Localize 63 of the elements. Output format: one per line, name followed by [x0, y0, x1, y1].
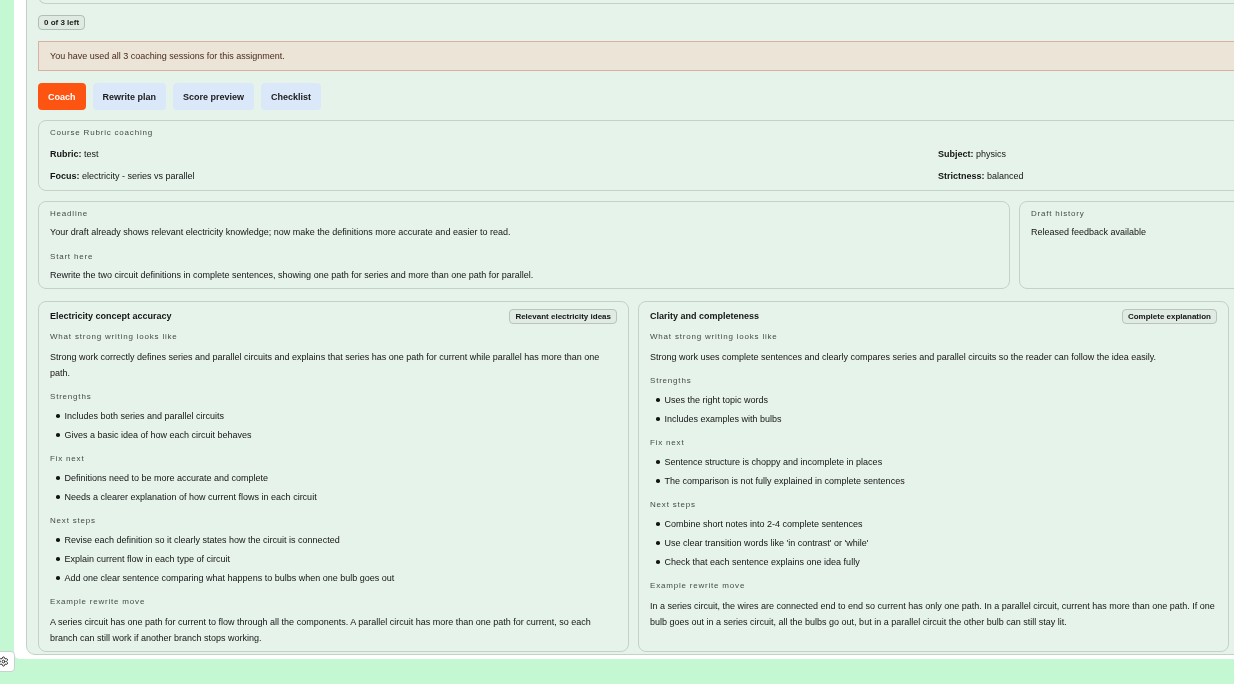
rubric-field: Subject: physics	[938, 146, 1234, 162]
bullet-icon	[56, 414, 60, 418]
tab[interactable]: Checklist	[261, 83, 322, 110]
list-item-text: Definitions need to be more accurate and complete	[64, 472, 269, 485]
list-item-text: Includes both series and parallel circuits	[64, 410, 225, 423]
bullet-icon	[656, 522, 660, 526]
paragraph-text: Strong work correctly defines series and parallel circuits and explains that series has one path for current while parallel has more than one path.	[50, 351, 601, 380]
bullet-icon	[656, 398, 660, 402]
tab[interactable]: Rewrite plan	[92, 83, 167, 110]
section-label: Strengths	[650, 375, 693, 387]
rubric-field: Strictness: balanced	[938, 168, 1234, 184]
list-item-text: Needs a clearer explanation of how current flows in each circuit	[64, 491, 317, 504]
summary-text: Your draft already shows relevant electricity knowledge; now make the definitions more accurate and easier to read.	[50, 226, 512, 239]
card-title: Clarity and completeness	[650, 310, 760, 323]
section-label: Example rewrite move	[50, 596, 147, 608]
list-item-text: Combine short notes into 2-4 complete sentences	[664, 518, 863, 531]
bullet-icon	[656, 460, 660, 464]
list-item-text: Sentence structure is choppy and incomplete in places	[664, 456, 883, 469]
paragraph-text: In a series circuit, the wires are connected end to end so current has only one path. In a parallel circuit, current has more than one path. If one bulb goes out in a series circuit, all the bulbs go out, but in a parallel circuit the other bulb can still stay lit.	[650, 600, 1216, 629]
draft-history-text: Released feedback available	[1031, 226, 1148, 239]
bullet-icon	[656, 479, 660, 483]
card-label: Course Rubric coaching	[50, 127, 154, 139]
bullet-icon	[56, 538, 60, 542]
section-label: Fix next	[50, 453, 86, 465]
section-label: What strong writing looks like	[50, 331, 179, 343]
alert-banner: You have used all 3 coaching sessions for this assignment.	[38, 41, 1234, 71]
section-label: Next steps	[650, 499, 697, 511]
bullet-icon	[56, 557, 60, 561]
list-item-text: Revise each definition so it clearly states how the circuit is connected	[64, 534, 340, 547]
bullet-icon	[56, 476, 60, 480]
list-item-text: Check that each sentence explains one idea fully	[664, 556, 860, 569]
paragraph-text: Strong work uses complete sentences and clearly compares series and parallel circuits so the reader can follow the idea easily.	[650, 351, 1158, 364]
criterion-tag: Relevant electricity ideas	[509, 308, 617, 324]
section-label: Draft history	[1031, 208, 1086, 220]
rubric-field: Focus: electricity - series vs parallel	[50, 168, 938, 184]
section-label: Start here	[50, 251, 95, 263]
card-title: Electricity concept accuracy	[50, 310, 172, 323]
bullet-icon	[656, 560, 660, 564]
paragraph-text: A series circuit has one path for current to flow through all the components. A parallel circuit has more than one path for current, so each branch can still work if another branch stops working.	[50, 616, 592, 645]
section-label: Headline	[50, 208, 89, 220]
section-label: What strong writing looks like	[650, 331, 779, 343]
summary-text: Rewrite the two circuit definitions in complete sentences, showing one path for series and more than one path for parallel.	[50, 269, 535, 282]
list-item-text: Explain current flow in each type of circuit	[64, 553, 231, 566]
tab[interactable]: Score preview	[173, 83, 255, 110]
bullet-icon	[56, 433, 60, 437]
section-label: Strengths	[50, 391, 93, 403]
section-label: Next steps	[50, 515, 97, 527]
list-item-text: Uses the right topic words	[664, 394, 769, 407]
criterion-tag: Complete explanation	[1121, 308, 1217, 324]
list-item-text: Includes examples with bulbs	[664, 413, 782, 426]
bullet-icon	[656, 541, 660, 545]
quota-badge: 0 of 3 left	[38, 15, 86, 30]
section-label: Example rewrite move	[650, 580, 747, 592]
bullet-icon	[56, 576, 60, 580]
list-item-text: Use clear transition words like 'in contrast' or 'while'	[664, 537, 869, 550]
list-item-text: The comparison is not fully explained in complete sentences	[664, 475, 905, 488]
bullet-icon	[56, 495, 60, 499]
list-item-text: Gives a basic idea of how each circuit behaves	[64, 429, 252, 442]
settings-icon	[0, 656, 9, 667]
bullet-icon	[656, 417, 660, 421]
rubric-field: Rubric: test	[50, 146, 938, 162]
list-item-text: Add one clear sentence comparing what happens to bulbs when one bulb goes out	[64, 572, 395, 585]
section-label: Fix next	[650, 437, 686, 449]
